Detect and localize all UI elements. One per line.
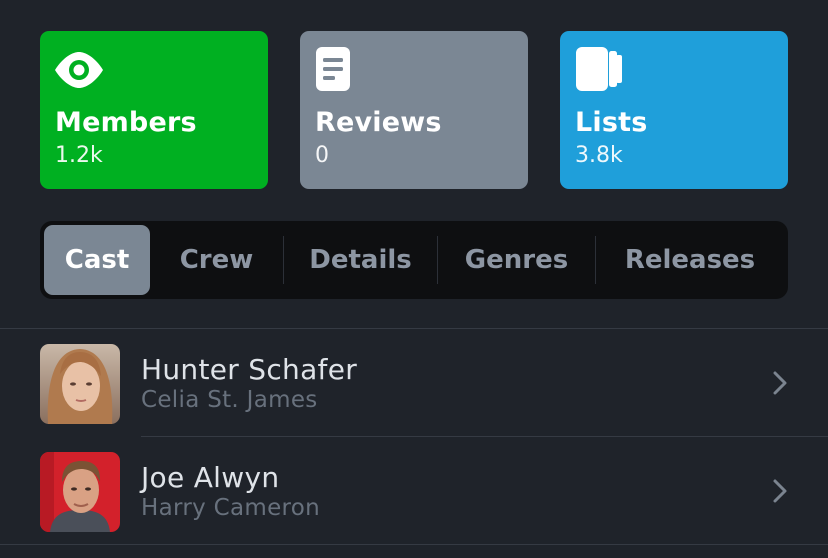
chevron-right-icon <box>773 479 787 503</box>
list-item[interactable]: Joe Alwyn Harry Cameron <box>0 437 828 545</box>
avatar <box>40 344 120 424</box>
cast-name: Hunter Schafer <box>141 353 358 386</box>
members-card[interactable]: Members 1.2k <box>40 31 268 189</box>
stats-row: Members 1.2k Reviews 0 Lists 3.8k <box>40 31 788 189</box>
tab-crew[interactable]: Crew <box>150 225 283 295</box>
tab-details[interactable]: Details <box>284 225 437 295</box>
tab-cast[interactable]: Cast <box>44 225 150 295</box>
cast-name: Joe Alwyn <box>141 461 280 494</box>
tab-bar: Cast Crew Details Genres Releases <box>40 221 788 299</box>
list-item[interactable]: Hunter Schafer Celia St. James <box>0 329 828 437</box>
reviews-label: Reviews <box>315 107 442 138</box>
lists-card[interactable]: Lists 3.8k <box>560 31 788 189</box>
lists-count: 3.8k <box>575 143 623 168</box>
lists-icon <box>576 47 622 91</box>
tab-releases[interactable]: Releases <box>596 225 784 295</box>
avatar <box>40 452 120 532</box>
lists-label: Lists <box>575 107 648 138</box>
tab-genres[interactable]: Genres <box>438 225 595 295</box>
eye-icon <box>55 52 103 88</box>
cast-role: Celia St. James <box>141 387 318 413</box>
document-icon <box>316 47 350 91</box>
reviews-card[interactable]: Reviews 0 <box>300 31 528 189</box>
chevron-right-icon <box>773 371 787 395</box>
members-label: Members <box>55 107 197 138</box>
reviews-count: 0 <box>315 143 329 168</box>
cast-role: Harry Cameron <box>141 495 321 521</box>
members-count: 1.2k <box>55 143 103 168</box>
row-divider <box>0 544 828 545</box>
